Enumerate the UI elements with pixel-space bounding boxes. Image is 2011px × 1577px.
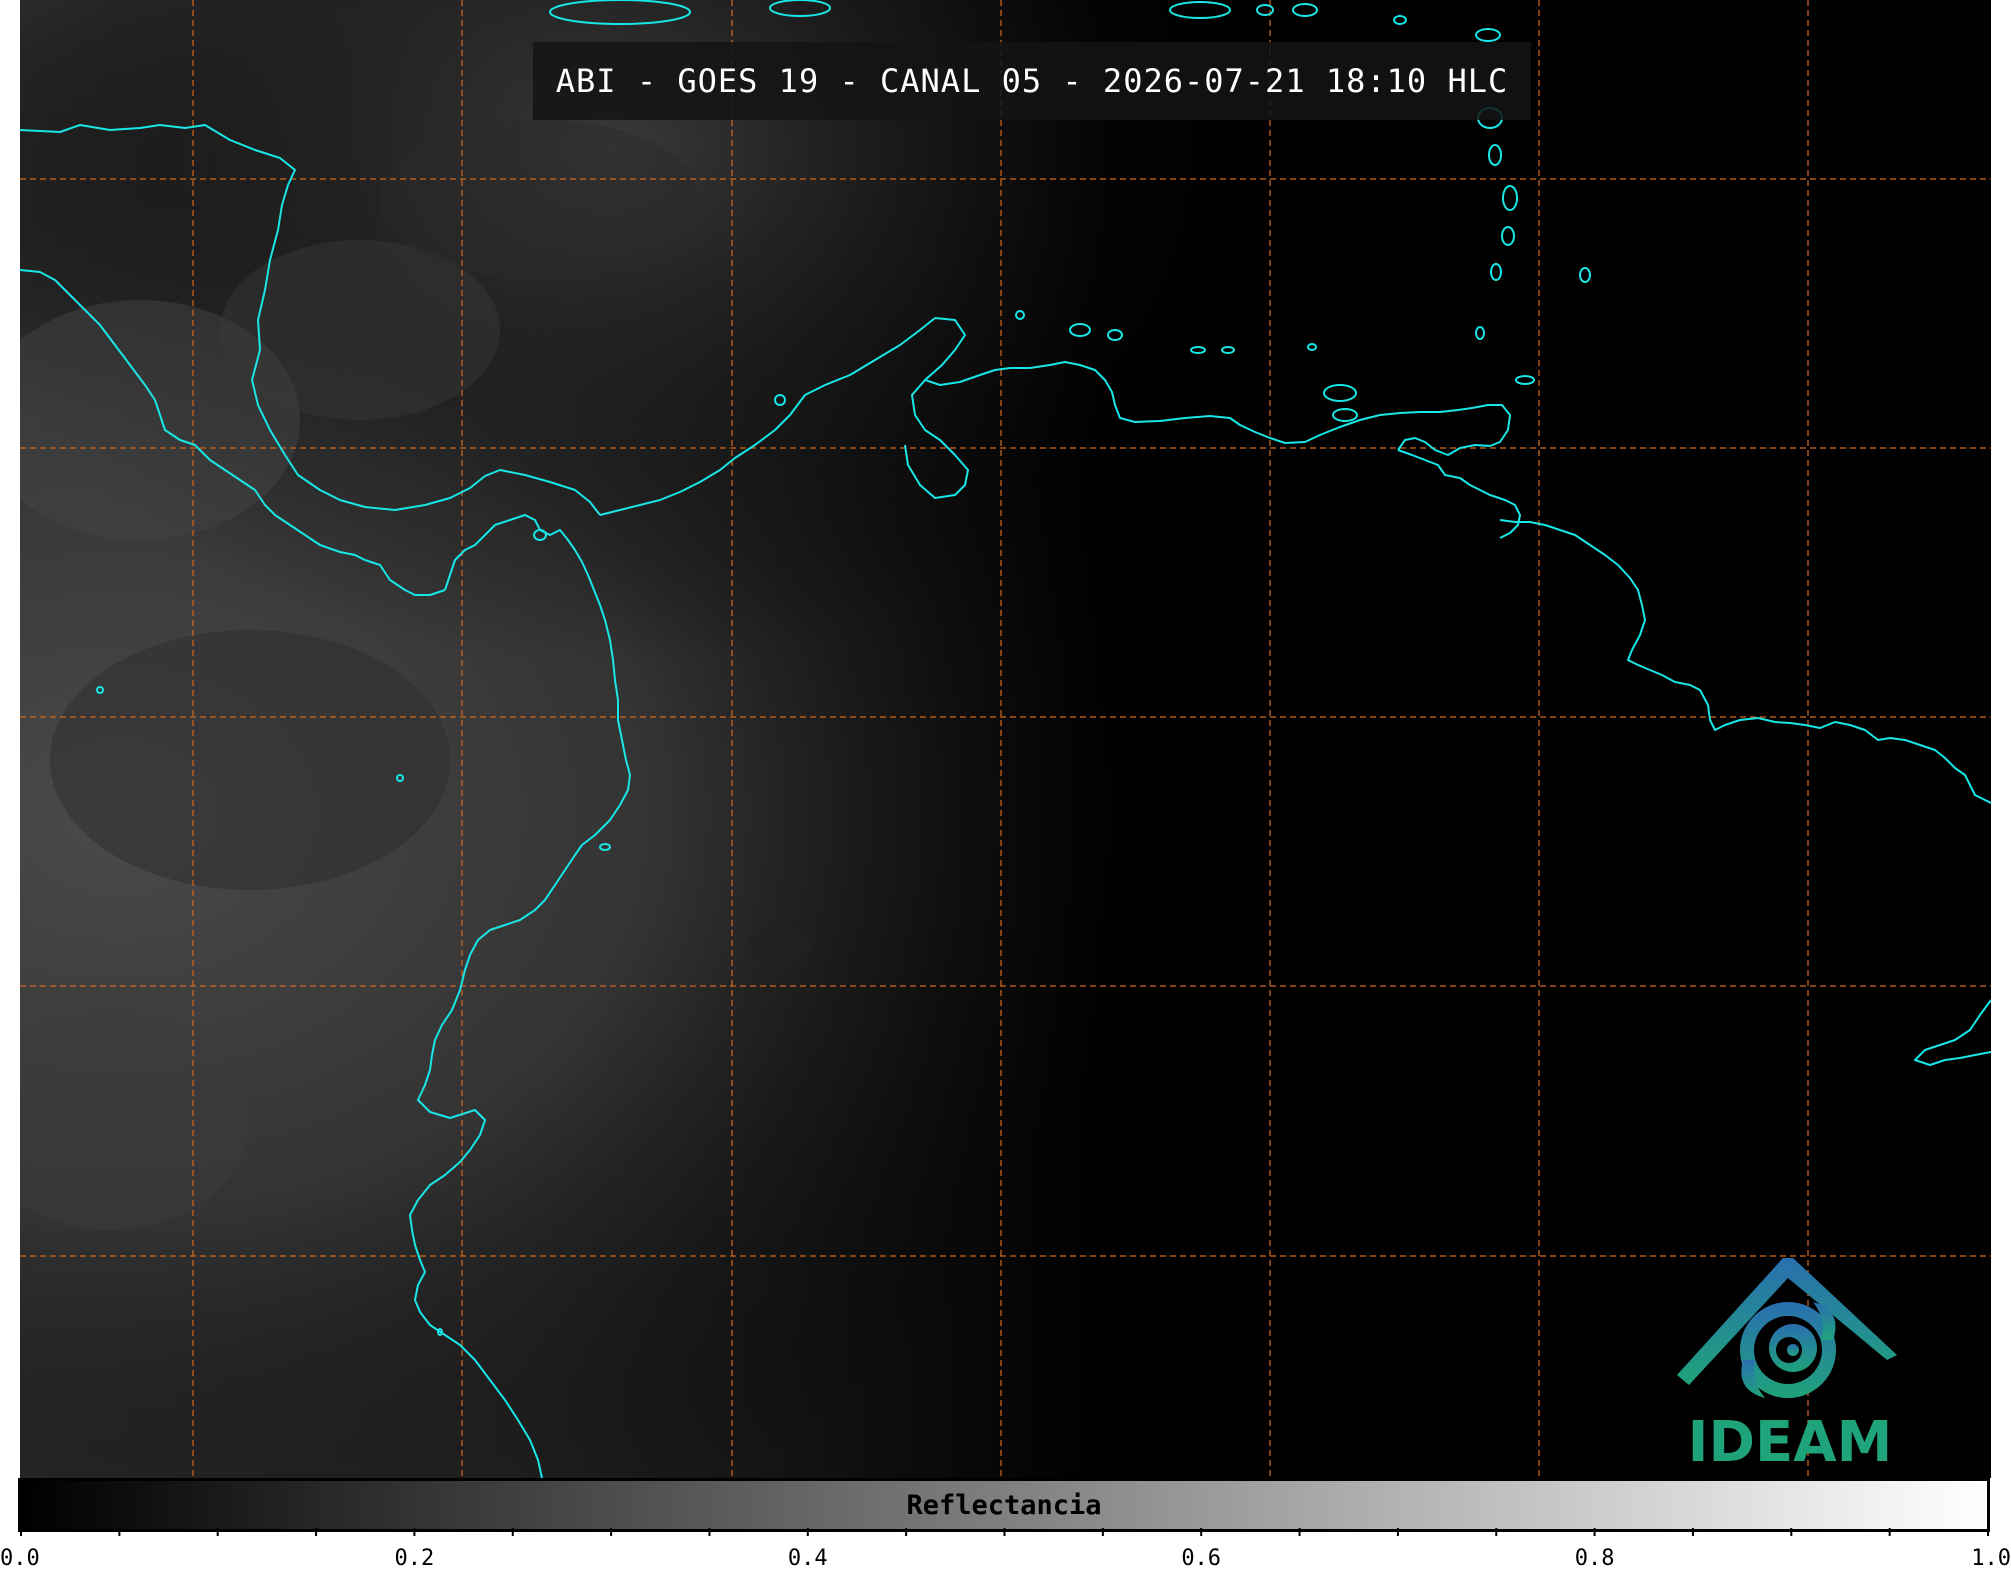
colorbar-tick-label: 0.6 xyxy=(1181,1546,1221,1571)
colorbar-tick-label: 1.0 xyxy=(1971,1546,2011,1571)
colorbar-label: Reflectancia xyxy=(906,1489,1102,1521)
satellite-map: ABI - GOES 19 - CANAL 05 - 2026-07-21 18… xyxy=(20,0,1991,1478)
colorbar-tick-label: 0.2 xyxy=(395,1546,435,1571)
colorbar-tick-label: 0.0 xyxy=(0,1546,40,1571)
map-title: ABI - GOES 19 - CANAL 05 - 2026-07-21 18… xyxy=(555,62,1509,100)
colorbar: Reflectancia xyxy=(18,1478,1990,1532)
satellite-figure: ABI - GOES 19 - CANAL 05 - 2026-07-21 18… xyxy=(0,0,2011,1577)
colorbar-axis: 0.0 0.2 0.4 0.6 0.8 1.0 xyxy=(0,1528,2011,1571)
colorbar-tick-label: 0.4 xyxy=(788,1546,828,1571)
colorbar-tick-label: 0.8 xyxy=(1575,1546,1615,1571)
title-box: ABI - GOES 19 - CANAL 05 - 2026-07-21 18… xyxy=(533,42,1531,120)
logo-text: IDEAM xyxy=(1687,1410,1893,1475)
